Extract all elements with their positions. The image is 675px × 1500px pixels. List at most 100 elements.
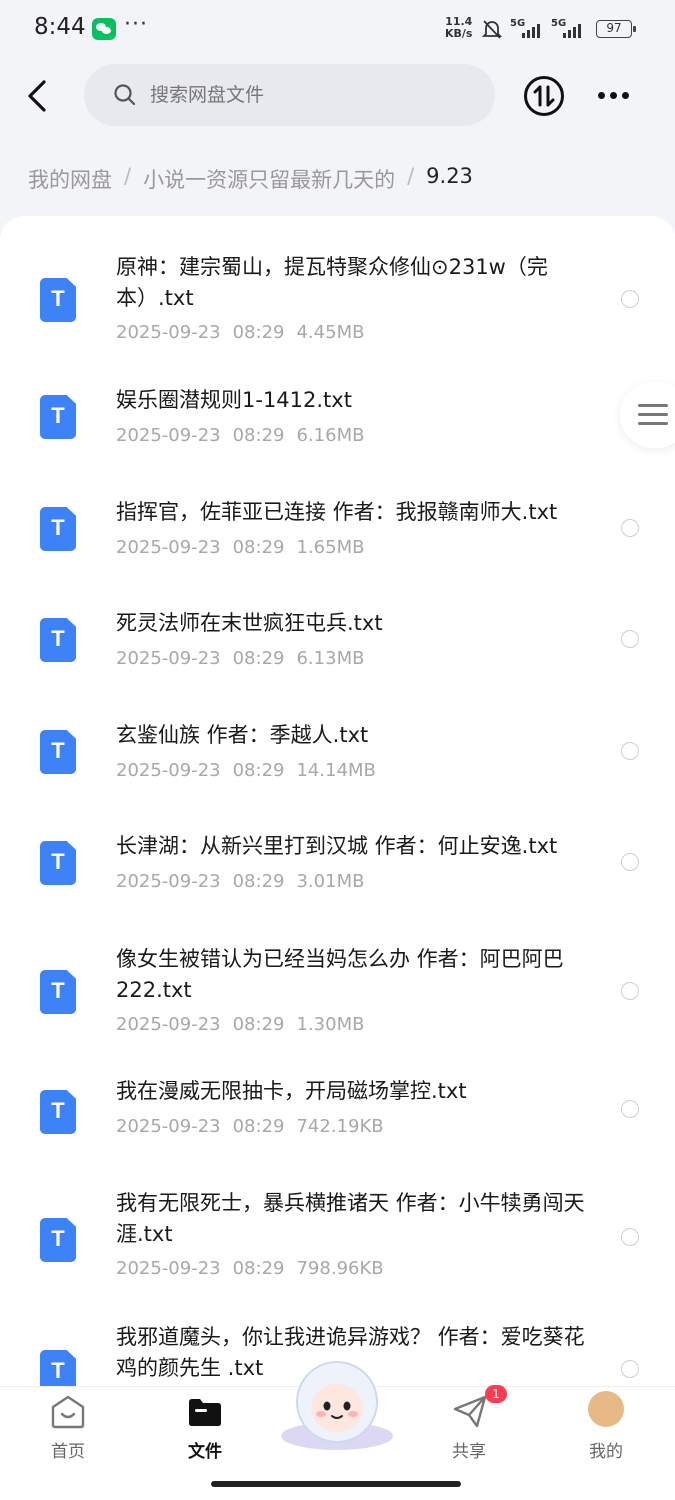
file-row[interactable]: 玄鉴仙族 作者：季越人.txt 2025-09-23 08:29 14.14MB [0, 716, 675, 796]
breadcrumb-current: 9.23 [426, 164, 473, 188]
battery-icon: 97 [596, 20, 636, 38]
file-date: 2025-09-23 [116, 1116, 221, 1137]
file-name: 长津湖：从新兴里打到汉城 作者：何止安逸.txt [116, 834, 558, 858]
home-indicator [211, 1481, 461, 1487]
file-date: 2025-09-23 [116, 322, 221, 343]
file-meta: 2025-09-23 08:29 6.13MB [116, 648, 376, 669]
breadcrumb-separator: / [124, 164, 132, 188]
file-name: 我有无限死士，暴兵横推诸天 作者：小牛犊勇闯天涯.txt [116, 1191, 585, 1246]
txt-file-icon [40, 1090, 76, 1134]
file-meta: 2025-09-23 08:29 6.16MB [116, 425, 376, 446]
home-icon [51, 1395, 85, 1429]
file-date: 2025-09-23 [116, 871, 221, 892]
file-row[interactable]: 我在漫威无限抽卡，开局磁场掌控.txt 2025-09-23 08:29 742.1… [0, 1076, 675, 1156]
search-bar[interactable] [84, 64, 495, 126]
signal-2-icon: 5G [551, 18, 589, 40]
file-row[interactable]: 娱乐圈潜规则1-1412.txt 2025-09-23 08:29 6.16MB [0, 381, 675, 461]
file-size: 14.14MB [296, 760, 376, 781]
search-input[interactable] [150, 64, 470, 126]
send-plane-icon [453, 1395, 487, 1428]
file-row[interactable]: 原神：建宗蜀山，提瓦特聚众修仙⊙231w（完本）.txt 2025-09-23 0… [0, 246, 675, 356]
wechat-icon [92, 18, 116, 40]
file-time: 08:29 [232, 760, 285, 781]
tab-files[interactable]: 文件 [155, 1387, 255, 1467]
ai-assistant-mascot-icon[interactable] [278, 1356, 396, 1452]
select-checkbox[interactable] [621, 1100, 639, 1118]
file-meta: 2025-09-23 08:29 742.19KB [116, 1116, 396, 1137]
tab-share[interactable]: 1 共享 [419, 1385, 519, 1467]
transfer-button[interactable] [524, 76, 564, 116]
file-name: 玄鉴仙族 作者：季越人.txt [116, 723, 369, 747]
file-time: 08:29 [232, 425, 285, 446]
file-time: 08:29 [232, 1258, 285, 1279]
signal-1-icon: 5G [510, 18, 548, 40]
tab-files-label: 文件 [188, 1442, 222, 1462]
txt-file-icon [40, 730, 76, 774]
file-meta: 2025-09-23 08:29 4.45MB [116, 322, 376, 343]
tab-share-label: 共享 [452, 1442, 486, 1462]
file-date: 2025-09-23 [116, 1258, 221, 1279]
more-options-button[interactable] [594, 84, 634, 108]
file-size: 4.45MB [296, 322, 365, 343]
chevron-left-icon [28, 80, 46, 112]
file-date: 2025-09-23 [116, 425, 221, 446]
breadcrumb-root[interactable]: 我的网盘 [28, 164, 112, 194]
txt-file-icon [40, 618, 76, 662]
file-date: 2025-09-23 [116, 648, 221, 669]
tab-me-label: 我的 [589, 1442, 623, 1462]
status-time: 8:44 [34, 14, 86, 40]
file-row[interactable]: 死灵法师在末世疯狂屯兵.txt 2025-09-23 08:29 6.13MB [0, 604, 675, 684]
file-row[interactable]: 长津湖：从新兴里打到汉城 作者：何止安逸.txt 2025-09-23 08:29… [0, 827, 675, 907]
file-meta: 2025-09-23 08:29 3.01MB [116, 871, 376, 892]
txt-file-icon [40, 507, 76, 551]
file-time: 08:29 [232, 322, 285, 343]
file-size: 798.96KB [296, 1258, 384, 1279]
file-time: 08:29 [232, 648, 285, 669]
folder-icon [189, 1399, 221, 1426]
file-size: 6.13MB [296, 648, 365, 669]
txt-file-icon [40, 970, 76, 1014]
file-date: 2025-09-23 [116, 760, 221, 781]
breadcrumb: 我的网盘 / 小说一资源只留最新几天的 / 9.23 [28, 164, 473, 194]
file-date: 2025-09-23 [116, 1014, 221, 1035]
tab-home[interactable]: 首页 [18, 1387, 118, 1467]
breadcrumb-folder[interactable]: 小说一资源只留最新几天的 [143, 164, 395, 194]
txt-file-icon [40, 395, 76, 439]
tab-me[interactable]: 我的 [556, 1387, 656, 1467]
select-checkbox[interactable] [621, 290, 639, 308]
share-badge: 1 [485, 1385, 507, 1403]
file-meta: 2025-09-23 08:29 1.30MB [116, 1014, 376, 1035]
file-row[interactable]: 指挥官，佐菲亚已连接 作者：我报赣南师大.txt 2025-09-23 08:29… [0, 493, 675, 573]
file-meta: 2025-09-23 08:29 14.14MB [116, 760, 388, 781]
file-size: 1.65MB [296, 537, 365, 558]
file-list: 原神：建宗蜀山，提瓦特聚众修仙⊙231w（完本）.txt 2025-09-23 0… [0, 216, 675, 1386]
tab-home-label: 首页 [51, 1442, 85, 1462]
select-checkbox[interactable] [621, 630, 639, 648]
txt-file-icon [40, 841, 76, 885]
file-row[interactable]: 我有无限死士，暴兵横推诸天 作者：小牛犊勇闯天涯.txt 2025-09-23 0… [0, 1188, 675, 1298]
file-size: 6.16MB [296, 425, 365, 446]
select-checkbox[interactable] [621, 853, 639, 871]
select-checkbox[interactable] [621, 742, 639, 760]
file-time: 08:29 [232, 871, 285, 892]
file-time: 08:29 [232, 1014, 285, 1035]
file-name: 死灵法师在末世疯狂屯兵.txt [116, 611, 383, 635]
back-button[interactable] [22, 78, 56, 114]
select-checkbox[interactable] [621, 1360, 639, 1378]
file-time: 08:29 [232, 1116, 285, 1137]
file-meta: 2025-09-23 08:29 798.96KB [116, 1258, 396, 1279]
select-checkbox[interactable] [621, 519, 639, 537]
txt-file-icon [40, 278, 76, 322]
file-size: 742.19KB [296, 1116, 384, 1137]
file-size: 3.01MB [296, 871, 365, 892]
mute-bell-icon [481, 20, 503, 39]
file-name: 指挥官，佐菲亚已连接 作者：我报赣南师大.txt [116, 500, 558, 524]
file-row[interactable]: 像女生被错认为已经当妈怎么办 作者：阿巴阿巴222.txt 2025-09-23… [0, 940, 675, 1050]
file-meta: 2025-09-23 08:29 1.65MB [116, 537, 376, 558]
file-time: 08:29 [232, 537, 285, 558]
file-date: 2025-09-23 [116, 537, 221, 558]
select-checkbox[interactable] [621, 1228, 639, 1246]
breadcrumb-separator: / [407, 164, 415, 188]
transfer-arrows-icon [533, 85, 555, 107]
select-checkbox[interactable] [621, 982, 639, 1000]
